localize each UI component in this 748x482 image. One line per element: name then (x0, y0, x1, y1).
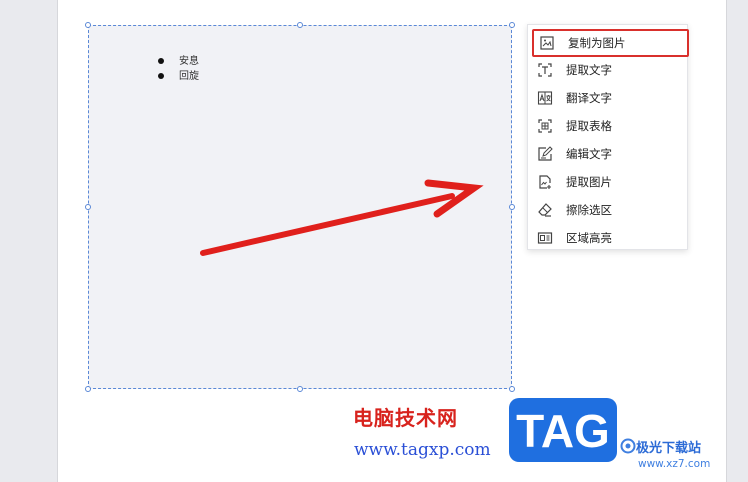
menu-item-extract-text[interactable]: 提取文字 (528, 56, 687, 84)
selection-handle-middle-right[interactable] (509, 204, 515, 210)
watermark-tag-logo: TAG (509, 398, 617, 462)
menu-item-extract-table[interactable]: 提取表格 (528, 112, 687, 140)
menu-item-label: 提取表格 (566, 119, 612, 133)
menu-item-label: 擦除选区 (566, 203, 612, 217)
watermark-right-logo: 极光下载站 www.xz7.com (620, 437, 748, 482)
list-item-text: 安息 (179, 56, 199, 67)
selection-handle-bottom-middle[interactable] (297, 386, 303, 392)
selection-handle-top-right[interactable] (509, 22, 515, 28)
copy-as-image-icon (540, 36, 554, 50)
swirl-logo-icon (620, 438, 636, 454)
bullet-icon (158, 73, 164, 79)
watermark-site-name: 电脑技术网 (353, 406, 458, 430)
list-item: 安息 (158, 54, 199, 69)
menu-item-edit-text[interactable]: 编辑文字 (528, 140, 687, 168)
menu-item-erase-selection[interactable]: 擦除选区 (528, 196, 687, 224)
document-bullet-list: 安息 回旋 (158, 54, 199, 84)
menu-item-label: 区域高亮 (566, 231, 612, 245)
highlight-area-icon (537, 232, 553, 244)
extract-text-icon (538, 63, 552, 77)
edit-text-icon (538, 146, 553, 161)
menu-item-copy-as-image[interactable]: 复制为图片 (532, 29, 689, 57)
menu-item-label: 编辑文字 (566, 147, 612, 161)
watermark-right-title: 极光下载站 (636, 441, 702, 456)
selection-handle-top-middle[interactable] (297, 22, 303, 28)
menu-item-label: 提取文字 (566, 63, 612, 77)
menu-item-translate-text[interactable]: 翻译文字 (528, 84, 687, 112)
selection-handle-bottom-left[interactable] (85, 386, 91, 392)
watermark-site-url: www.tagxp.com (354, 440, 491, 460)
watermark-right-url: www.xz7.com (638, 458, 711, 470)
extract-image-icon (539, 175, 551, 189)
translate-text-icon (537, 91, 553, 105)
selection-handle-top-left[interactable] (85, 22, 91, 28)
selection-handle-middle-left[interactable] (85, 204, 91, 210)
menu-item-label: 翻译文字 (566, 91, 612, 105)
menu-item-extract-image[interactable]: 提取图片 (528, 168, 687, 196)
list-item: 回旋 (158, 69, 199, 84)
extract-table-icon (538, 119, 552, 133)
eraser-icon (538, 203, 552, 217)
menu-item-label: 提取图片 (566, 175, 612, 189)
selection-context-menu: 复制为图片 提取文字 翻译文字 提取表格 编辑文字 提取图片 擦除选区 区域高亮 (527, 24, 689, 252)
area-selection-box[interactable] (88, 25, 512, 389)
menu-item-highlight-area[interactable]: 区域高亮 (528, 224, 687, 252)
menu-item-label: 复制为图片 (568, 36, 626, 50)
list-item-text: 回旋 (179, 71, 199, 82)
svg-text:TAG: TAG (516, 405, 610, 457)
bullet-icon (158, 58, 164, 64)
selection-handle-bottom-right[interactable] (509, 386, 515, 392)
